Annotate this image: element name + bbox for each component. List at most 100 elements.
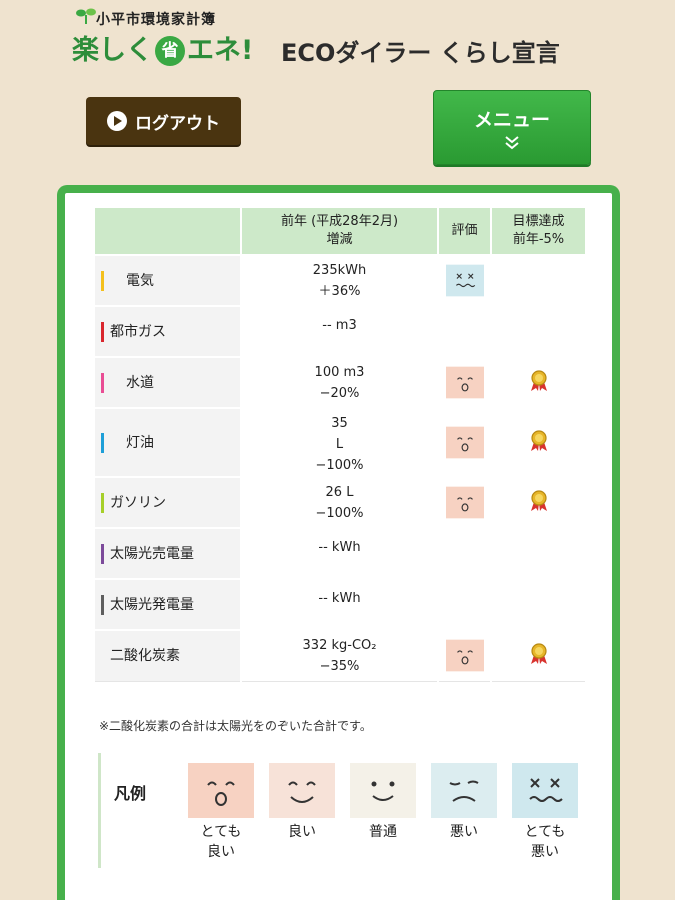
row-label: 電気 (93, 254, 242, 307)
evaluation-cell (437, 629, 492, 682)
chevron-down-icon (434, 136, 590, 153)
logout-button[interactable]: ログアウト (86, 97, 241, 145)
change-line: 235kWh (312, 263, 367, 278)
category-label: 水道 (126, 375, 154, 391)
table-body: 電気 235kWh ＋36% 都市ガス -- m3 水道 100 m3 −20% 灯油 35 L −1… (93, 254, 587, 682)
change-value: 35 L −100% (240, 407, 439, 478)
change-value: 26 L −100% (240, 476, 439, 529)
category-color-bar (101, 271, 104, 291)
very-good-face-icon (445, 366, 484, 399)
category-label: 太陽光売電量 (110, 546, 194, 562)
site-logo[interactable]: 楽しく省エネ! (72, 28, 253, 67)
goal-cell (490, 305, 587, 358)
play-icon (107, 111, 127, 131)
evaluation-cell (437, 356, 492, 409)
category-color-bar (101, 544, 104, 564)
site-tagline: ECOダイラー くらし宣言 (281, 33, 560, 68)
site-header: 小平市環境家計簿 楽しく省エネ! ECOダイラー くらし宣言 (0, 0, 675, 90)
change-line: −100% (315, 458, 364, 473)
legend-item: 普通 (350, 763, 416, 842)
logo-ring: 省 (155, 36, 185, 66)
legend-label: 悪い (450, 824, 478, 840)
row-label: 太陽光売電量 (93, 527, 242, 580)
change-line: 26 L (325, 485, 354, 500)
evaluation-cell (437, 527, 492, 580)
sprout-icon (76, 8, 96, 24)
table-row: ガソリン 26 L −100% (93, 476, 587, 529)
legend-label-line2: 悪い (531, 844, 559, 860)
table-row: 都市ガス -- m3 (93, 305, 587, 358)
logo-text-b: エネ! (187, 35, 254, 66)
row-label: 灯油 (93, 407, 242, 478)
header-evaluation: 評価 (437, 206, 492, 256)
legend-item: とても 良い (188, 763, 254, 862)
change-line: ＋36% (318, 284, 361, 299)
legend-item: 悪い (431, 763, 497, 842)
goal-cell (490, 407, 587, 478)
change-line: 35 (331, 416, 348, 431)
table-row: 灯油 35 L −100% (93, 407, 587, 478)
evaluation-cell (437, 476, 492, 529)
goal-cell (490, 356, 587, 409)
change-line: 100 m3 (314, 365, 365, 380)
header-category (93, 206, 242, 256)
very-good-face-icon (445, 426, 484, 459)
legend-item: とても 悪い (512, 763, 578, 862)
category-label: 電気 (126, 273, 154, 289)
good-face-icon (269, 763, 335, 818)
change-value: -- kWh (240, 527, 439, 580)
legend-label: 普通 (369, 824, 397, 840)
bad-face-icon (431, 763, 497, 818)
evaluation-cell (437, 578, 492, 631)
change-value: 235kWh ＋36% (240, 254, 439, 307)
medal-icon (529, 643, 549, 669)
legend-label-line2: 良い (207, 844, 235, 860)
goal-cell (490, 527, 587, 580)
change-value: -- m3 (240, 305, 439, 358)
category-color-bar (101, 595, 104, 615)
category-label: ガソリン (110, 495, 166, 511)
legend-item: 良い (269, 763, 335, 842)
medal-icon (529, 489, 549, 516)
evaluation-cell (437, 254, 492, 307)
very-bad-face-icon (445, 264, 484, 297)
table-row: 電気 235kWh ＋36% (93, 254, 587, 307)
category-label: 太陽光発電量 (110, 597, 194, 613)
menu-label: メニュー (473, 109, 550, 131)
change-value: 100 m3 −20% (240, 356, 439, 409)
very-bad-face-icon (512, 763, 578, 818)
footnote: ※二酸化炭素の合計は太陽光をのぞいた合計です。 (99, 719, 372, 733)
goal-cell (490, 476, 587, 529)
table-header-row: 前年 (平成28年2月) 増減 評価 目標達成 前年-5% (93, 206, 587, 256)
medal-icon (529, 429, 549, 456)
evaluation-cell (437, 407, 492, 478)
row-label: 二酸化炭素 (93, 629, 242, 682)
logout-label: ログアウト (135, 113, 220, 134)
very-good-face-icon (445, 639, 484, 672)
table-row: 水道 100 m3 −20% (93, 356, 587, 409)
normal-face-icon (350, 763, 416, 818)
legend-label: とても (524, 824, 566, 840)
legend-title: 凡例 (114, 784, 147, 803)
row-label: 水道 (93, 356, 242, 409)
category-color-bar (101, 493, 104, 513)
very-good-face-icon (445, 486, 484, 519)
result-panel: 前年 (平成28年2月) 増減 評価 目標達成 前年-5% 電気 235kWh ＋3… (57, 185, 620, 900)
change-line: −100% (315, 506, 364, 521)
row-label: 太陽光発電量 (93, 578, 242, 631)
category-color-bar (101, 646, 104, 666)
change-line: L (335, 437, 344, 452)
change-value: -- kWh (240, 578, 439, 631)
medal-icon (529, 369, 549, 396)
evaluation-cell (437, 305, 492, 358)
category-color-bar (101, 322, 104, 342)
category-label: 都市ガス (110, 324, 166, 340)
very-good-face-icon (188, 763, 254, 818)
legend-label: 良い (288, 824, 316, 840)
table-row: 太陽光発電量 -- kWh (93, 578, 587, 631)
header-goal: 目標達成 前年-5% (490, 206, 587, 256)
legend: 凡例 とても 良い 良い 普通 悪い とても 悪い (98, 753, 578, 868)
menu-button[interactable]: メニュー (433, 90, 591, 165)
change-value: 332 kg-CO₂ −35% (240, 629, 439, 682)
goal-cell (490, 578, 587, 631)
